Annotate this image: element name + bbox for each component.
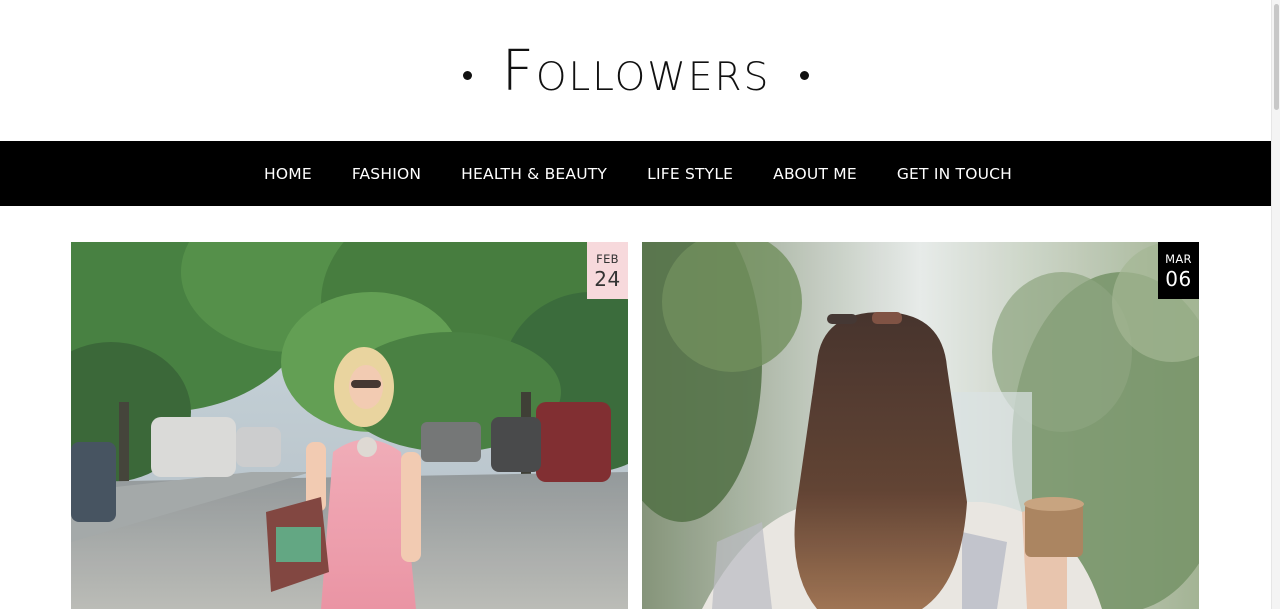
date-day: 24 <box>594 267 621 291</box>
date-day: 06 <box>1165 267 1192 291</box>
site-brand[interactable]: Followers <box>462 43 810 100</box>
date-month: MAR <box>1165 252 1192 266</box>
date-badge: FEB 24 <box>587 242 628 299</box>
nav-item-home[interactable]: HOME <box>264 165 312 183</box>
nav-item-get-in-touch[interactable]: GET IN TOUCH <box>897 165 1012 183</box>
post-card-2[interactable]: MAR 06 <box>642 242 1199 609</box>
nav-list: HOME FASHION HEALTH & BEAUTY LIFE STYLE … <box>264 165 1012 183</box>
post-image-woman-pink-dress[interactable] <box>71 242 628 609</box>
site-header: Followers <box>0 0 1272 141</box>
brand-dot-right-icon <box>800 71 810 80</box>
scrollbar-thumb[interactable] <box>1274 4 1279 110</box>
date-badge: MAR 06 <box>1158 242 1199 299</box>
brand-dot-left-icon <box>462 71 472 80</box>
posts-grid: FEB 24 MAR 06 <box>71 242 1199 609</box>
date-month: FEB <box>596 252 619 266</box>
post-image-woman-coffee-cup[interactable] <box>642 242 1199 609</box>
page: Followers HOME FASHION HEALTH & BEAUTY L… <box>0 0 1280 609</box>
main-nav: HOME FASHION HEALTH & BEAUTY LIFE STYLE … <box>0 141 1272 206</box>
site-title[interactable]: Followers <box>502 43 771 100</box>
nav-item-fashion[interactable]: FASHION <box>352 165 421 183</box>
nav-item-health-beauty[interactable]: HEALTH & BEAUTY <box>461 165 607 183</box>
page-scrollbar[interactable] <box>1271 0 1280 609</box>
post-card-1[interactable]: FEB 24 <box>71 242 628 609</box>
nav-item-about-me[interactable]: ABOUT ME <box>773 165 857 183</box>
nav-item-life-style[interactable]: LIFE STYLE <box>647 165 733 183</box>
